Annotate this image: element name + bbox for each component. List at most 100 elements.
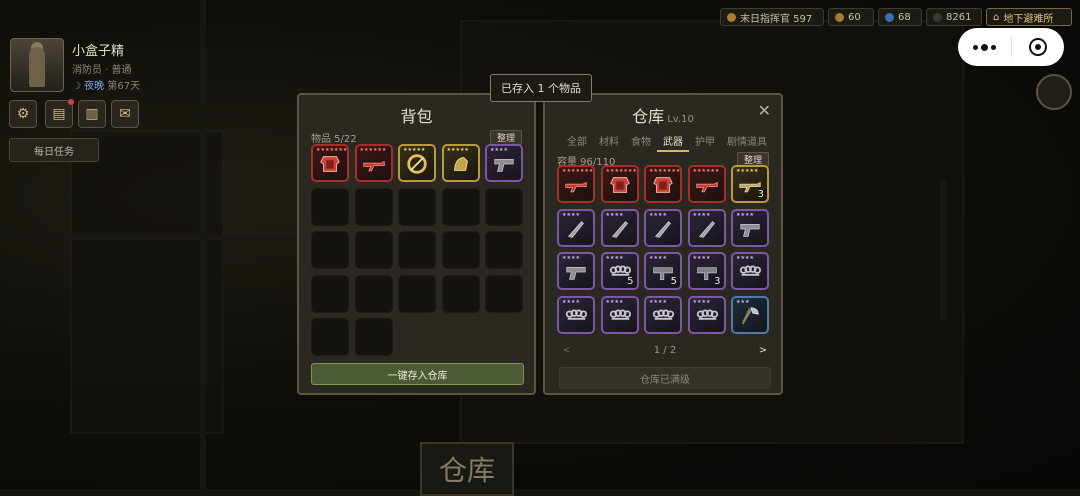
tab-5[interactable]: 剧情道具	[721, 133, 773, 152]
category-tabs: 全部 材料 食物 武器 护甲 剧情道具	[561, 133, 773, 152]
backpack-slot-empty[interactable]	[485, 187, 523, 226]
warehouse-slot-item[interactable]: ★★★★	[687, 295, 726, 334]
backpack-slot-empty[interactable]	[441, 274, 480, 313]
backpack-slot-empty[interactable]	[354, 187, 393, 226]
backpack-slot-item[interactable]: ★★★★★	[441, 144, 480, 182]
knife-icon	[651, 217, 675, 241]
player-card[interactable]: 小盒子精 消防员 · 普通 ☽ 夜晚 第67天	[10, 38, 140, 92]
close-app-button[interactable]	[1012, 38, 1064, 56]
red-armor-icon	[318, 152, 342, 176]
backpack-slot-item[interactable]: ★★★★	[485, 144, 523, 182]
daily-task-button[interactable]: 每日任务	[9, 138, 99, 162]
knife-icon	[695, 217, 719, 241]
warehouse-slot-item[interactable]: ★★★★	[557, 252, 595, 290]
dark-coin-icon	[933, 12, 942, 22]
knuckles-icon	[651, 304, 675, 328]
room-label: 仓库	[420, 442, 514, 496]
resource-commander: 末日指挥官 597	[720, 8, 824, 26]
backpack-slot-empty[interactable]	[354, 274, 393, 313]
backpack-slot-empty[interactable]	[311, 187, 349, 226]
backpack-slot-empty[interactable]	[441, 231, 480, 269]
warehouse-slot-item[interactable]: ★★★★	[557, 208, 595, 247]
resource-cash: 8261	[926, 8, 982, 26]
warehouse-upgrade-button: 仓库已满级	[559, 367, 771, 389]
warehouse-slot-item[interactable]: ★★★★	[644, 295, 682, 334]
item-quantity: 3	[757, 189, 764, 200]
notification-dot	[68, 99, 74, 105]
warehouse-slot-item[interactable]: ★★★★	[687, 208, 726, 247]
backpack-slot-empty[interactable]	[354, 318, 393, 356]
close-icon[interactable]: ✕	[758, 101, 771, 120]
warehouse-panel: 仓库 Lv.10 ✕ 全部 材料 食物 武器 护甲 剧情道具 容量 96/110 整理 ★★…	[543, 93, 783, 395]
warehouse-slot-item[interactable]: ★★★★ 3	[687, 252, 726, 290]
tab-2[interactable]: 食物	[625, 133, 657, 152]
prev-page-button[interactable]: <	[559, 345, 575, 356]
more-menu-button[interactable]	[958, 43, 1011, 51]
warehouse-slot-item[interactable]: ★★★★★★★	[557, 165, 595, 203]
panel-title: 仓库 Lv.10	[632, 107, 694, 126]
warehouse-slot-item[interactable]: ★★★★	[600, 295, 639, 334]
notes-button[interactable]: ▤	[45, 99, 74, 128]
backpack-slot-empty[interactable]	[311, 274, 349, 313]
backpack-slot-empty[interactable]	[354, 231, 393, 269]
day-status: ☽ 夜晚 第67天	[72, 77, 140, 92]
tab-0[interactable]: 全部	[561, 133, 593, 152]
knuckles-icon	[608, 304, 632, 328]
knife-icon	[564, 217, 588, 241]
settings-button[interactable]: ⚙	[9, 100, 37, 128]
warehouse-slot-item[interactable]: ★★★★★ 3	[731, 165, 769, 203]
warehouse-slot-item[interactable]: ★★★★ 5	[600, 252, 639, 290]
compass-icon[interactable]	[1036, 74, 1072, 110]
warehouse-slot-item[interactable]: ★★★★	[557, 295, 595, 334]
pagination: < 1 / 2 >	[559, 343, 771, 357]
player-name: 小盒子精	[72, 44, 125, 59]
backpack-slot-empty[interactable]	[398, 187, 436, 226]
backpack-slot-empty[interactable]	[311, 318, 349, 356]
page-indicator: 1 / 2	[653, 344, 677, 356]
backpack-slot-empty[interactable]	[485, 231, 523, 269]
sort-button[interactable]: 整理	[489, 130, 522, 145]
book-button[interactable]: ▥	[78, 100, 106, 128]
warehouse-slot-item[interactable]: ★★★★★★★	[644, 165, 682, 203]
backpack-slot-empty[interactable]	[441, 187, 480, 226]
avatar[interactable]	[10, 38, 64, 92]
location-button[interactable]: ⌂ 地下避难所	[986, 8, 1072, 26]
warehouse-slot-item[interactable]: ★★★★	[600, 208, 639, 247]
item-quantity: 5	[627, 276, 634, 287]
backpack-slot-item[interactable]: ★★★★★★★	[311, 144, 349, 182]
tab-1[interactable]: 材料	[593, 133, 625, 152]
warehouse-slot-item[interactable]: ★★★★★★★	[600, 165, 639, 203]
miniprogram-capsule[interactable]	[958, 28, 1064, 66]
backpack-slot-item[interactable]: ★★★★★★	[354, 144, 393, 182]
backpack-slot-empty[interactable]	[398, 231, 436, 269]
bronze-coin-icon	[727, 12, 736, 22]
warehouse-slot-item[interactable]: ★★★★	[731, 252, 769, 290]
pistol-icon	[738, 217, 762, 241]
tab-4[interactable]: 护甲	[689, 133, 721, 152]
backpack-slot-empty[interactable]	[311, 231, 349, 269]
knuckles-icon	[564, 304, 588, 328]
target-icon	[1029, 38, 1047, 56]
red-armor-icon	[608, 173, 632, 197]
panel-title: 背包	[400, 107, 433, 126]
backpack-slot-empty[interactable]	[398, 274, 436, 313]
book-icon: ▥	[85, 106, 99, 122]
warehouse-slot-item[interactable]: ★★★	[731, 295, 769, 334]
mail-button[interactable]: ✉	[111, 100, 139, 128]
warehouse-slot-item[interactable]: ★★★★ 5	[644, 252, 682, 290]
tab-3[interactable]: 武器	[657, 133, 689, 152]
warehouse-slot-item[interactable]: ★★★★	[644, 208, 682, 247]
warehouse-slot-item[interactable]: ★★★★★★	[687, 165, 726, 203]
location-icon: ⌂	[993, 11, 1000, 23]
item-quantity: 3	[714, 276, 721, 287]
store-all-button[interactable]: 一键存入仓库	[311, 363, 524, 385]
player-role: 消防员 · 普通	[72, 65, 132, 76]
next-page-button[interactable]: >	[755, 345, 771, 356]
backpack-slot-item[interactable]: ★★★★★	[398, 144, 436, 182]
gold-coin-icon	[835, 12, 844, 22]
resource-gem: 68	[878, 8, 922, 26]
red-rifle-icon	[564, 173, 588, 197]
pistol-icon	[492, 152, 516, 176]
warehouse-slot-item[interactable]: ★★★★	[731, 208, 769, 247]
backpack-slot-empty[interactable]	[485, 274, 523, 313]
